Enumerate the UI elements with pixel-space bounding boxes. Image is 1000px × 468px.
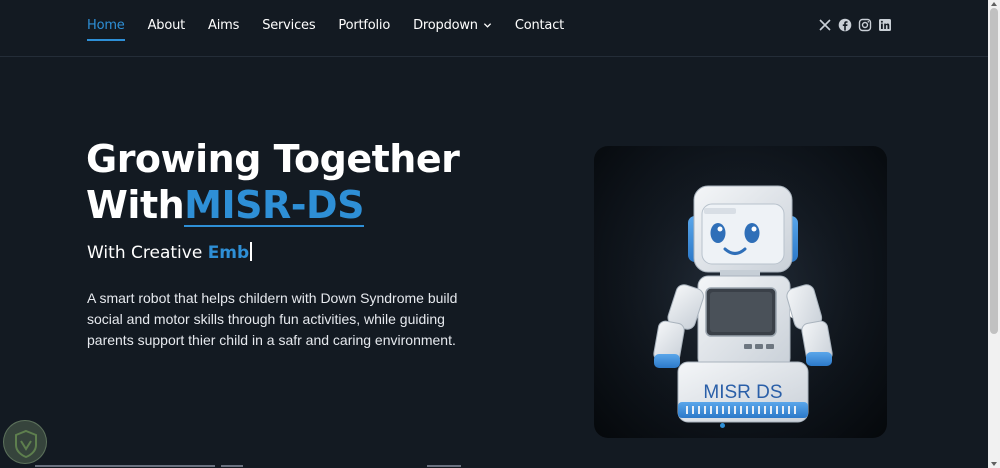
typing-cursor [250,242,253,261]
typed-text: Emb [207,243,250,263]
linkedin-icon[interactable] [878,18,892,32]
nav-dropdown-label: Dropdown [413,18,478,33]
nav-links: Home About Aims Services Portfolio Dropd… [87,18,587,41]
scroll-down-arrow-icon[interactable] [990,461,998,467]
hero-brand-name: MISR-DS [184,183,364,227]
navbar: Home About Aims Services Portfolio Dropd… [0,0,988,57]
subtitle-prefix: With Creative [87,243,208,263]
nav-contact[interactable]: Contact [515,18,564,39]
nav-aims[interactable]: Aims [208,18,239,39]
scrollbar[interactable] [988,0,1000,468]
scroll-thumb[interactable] [990,8,998,334]
floating-logo[interactable] [3,420,47,464]
social-links [818,18,892,32]
nav-services[interactable]: Services [262,18,315,39]
x-icon[interactable] [818,18,832,32]
hero-title-prefix: With [86,183,185,227]
nav-dropdown[interactable]: Dropdown [413,18,492,39]
shield-icon [15,429,37,459]
robot-base-label: MISR DS [703,382,782,403]
horizontal-scroll-track [35,465,461,467]
hero-description: A smart robot that helps childern with D… [87,290,458,348]
nav-about[interactable]: About [148,18,186,39]
robot-illustration: MISR DS [600,156,880,436]
facebook-icon[interactable] [838,18,852,32]
chevron-down-icon [483,23,491,28]
robot-image: MISR DS [594,146,887,438]
nav-home[interactable]: Home [87,18,125,41]
instagram-icon[interactable] [858,18,872,32]
scroll-up-arrow-icon[interactable] [990,1,998,7]
hero-title: Growing Together WithMISR-DS [86,136,526,228]
hero-subtitle: With Creative Emb [87,242,253,263]
nav-portfolio[interactable]: Portfolio [338,18,390,39]
carousel-dot[interactable] [720,423,725,428]
hero-title-line1: Growing Together [86,137,460,181]
